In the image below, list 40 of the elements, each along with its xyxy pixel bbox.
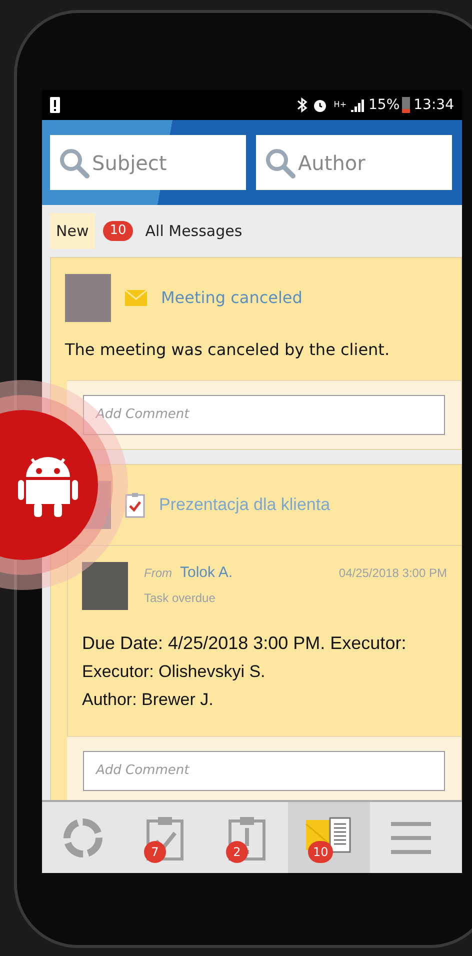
message-date: 04/25/2018 3:00 PM bbox=[338, 565, 447, 582]
count-badge: 7 bbox=[144, 841, 166, 863]
count-badge: 2 bbox=[226, 841, 248, 863]
task-detail-line: Due Date: 4/25/2018 3:00 PM. Executor: bbox=[82, 632, 408, 655]
nav-tab[interactable]: 2 bbox=[206, 802, 288, 873]
signal-icon bbox=[350, 98, 365, 112]
count-badge: 10 bbox=[102, 221, 134, 241]
count-badge: 10 bbox=[308, 841, 334, 863]
alert-icon bbox=[50, 97, 60, 113]
new-filter-tab[interactable]: New bbox=[50, 212, 95, 250]
battery-icon bbox=[402, 97, 410, 113]
message-body: The meeting was canceled by the client. bbox=[64, 339, 391, 361]
battery-percent: 15% bbox=[368, 96, 400, 114]
network-type: H+ bbox=[334, 101, 347, 109]
bluetooth-icon bbox=[296, 97, 308, 113]
task-detail-line: Author: Brewer J. bbox=[82, 688, 214, 710]
nav-tab[interactable]: 7 bbox=[124, 802, 206, 873]
clipboard-check-icon bbox=[145, 814, 185, 860]
task-detail-line: Executor: Olishevskyi S. bbox=[82, 661, 266, 683]
comment-field[interactable]: Add Comment bbox=[83, 751, 445, 791]
message-card[interactable]: Meeting canceled The meeting was canceled by the client. Add Comment bbox=[50, 257, 462, 450]
from-label: From bbox=[144, 565, 172, 582]
search-field[interactable]: Author bbox=[256, 135, 452, 190]
photo-placeholder bbox=[82, 562, 128, 610]
alarm-icon bbox=[312, 97, 328, 113]
author-name[interactable]: Tolok A. bbox=[180, 562, 233, 584]
task-status: Task overdue bbox=[144, 590, 216, 606]
card-title[interactable]: Meeting canceled bbox=[161, 286, 302, 310]
search-field[interactable]: Subject bbox=[50, 135, 246, 190]
search-icon bbox=[58, 146, 90, 178]
clock: 13:34 bbox=[414, 96, 454, 114]
envelope-icon bbox=[125, 290, 147, 306]
clipboard-check-icon bbox=[125, 492, 145, 518]
message-card[interactable]: Prezentacja dla klienta From Tolok A. 04/25/2018 3:00 PM Task overdue Due Date: 4/25/2018 3:00 PM. Executor: Executor: Olishevskyi S. Author: Brewer J. Add Comment bbox=[50, 464, 462, 800]
search-icon bbox=[264, 146, 296, 178]
all-messages-tab[interactable]: All Messages bbox=[145, 220, 242, 242]
photo-placeholder bbox=[65, 274, 111, 322]
nav-tab[interactable]: 10 bbox=[288, 802, 370, 873]
comment-field[interactable]: Add Comment bbox=[83, 395, 445, 435]
clipboard-alert-icon bbox=[227, 814, 267, 860]
